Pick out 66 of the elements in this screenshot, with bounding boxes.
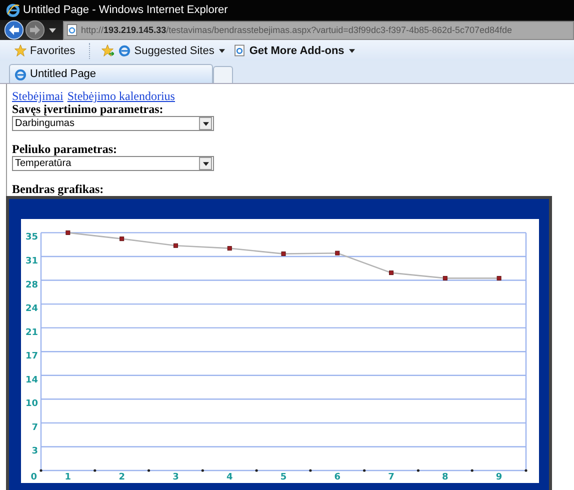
- select-dropdown[interactable]: Temperatūra: [12, 156, 214, 171]
- caret-icon: [349, 48, 356, 52]
- x-tick-label: 2: [118, 472, 125, 482]
- page-icon: [67, 24, 77, 36]
- y-tick-label: 28: [25, 280, 38, 290]
- tick-mark: [309, 469, 312, 472]
- x-tick-label: 5: [280, 472, 287, 482]
- x-tick-label: 1: [64, 472, 72, 482]
- page-link[interactable]: Stebėjimai: [12, 89, 64, 103]
- y-tick-label: 7: [32, 422, 38, 433]
- data-point: [442, 276, 448, 280]
- y-tick-label: 17: [25, 352, 38, 362]
- y-tick-label: 31: [25, 256, 38, 266]
- data-point: [120, 236, 124, 242]
- x-tick-label: 6: [334, 472, 341, 482]
- x-tick-label: 4: [226, 472, 233, 482]
- caret-icon: [202, 162, 208, 166]
- data-point: [227, 246, 232, 251]
- address-field[interactable]: http://193.219.145.33/testavimas/bendrasstebejimas.aspx?vartuid=d3f99dc3-f397-4b85-862d-5c707ed84fde: [63, 20, 574, 40]
- tick-mark: [524, 469, 528, 472]
- caret-icon: [202, 122, 208, 126]
- data-point: [335, 250, 340, 256]
- y-tick-label: 3: [32, 446, 38, 457]
- x-tick-label: 9: [496, 472, 502, 482]
- tick-mark: [94, 469, 96, 472]
- x-tick-label: 3: [172, 472, 179, 482]
- x-tick-label: 8: [442, 472, 448, 482]
- y-tick-label: 14: [25, 375, 38, 386]
- page-link[interactable]: Stebėjimo kalendorius: [67, 89, 175, 103]
- browser-tab[interactable]: Untitled Page: [9, 64, 213, 83]
- tick-mark: [416, 469, 420, 472]
- forward-button[interactable]: [25, 20, 45, 40]
- field-label: Savęs įvertinimo parametras:: [12, 103, 164, 116]
- y-tick-label: 35: [25, 232, 38, 243]
- caret-icon[interactable]: [49, 28, 56, 32]
- back-button[interactable]: [4, 20, 24, 40]
- data-point: [173, 243, 178, 248]
- favorites-bar-item[interactable]: Get More Add-ons: [233, 44, 360, 57]
- window-title: Untitled Page - Windows Internet Explorer: [23, 4, 228, 16]
- field-label: Peliuko parametras:: [12, 143, 118, 156]
- tick-mark: [255, 469, 258, 472]
- favorites-bar-item[interactable]: Suggested Sites: [118, 44, 230, 57]
- tick-mark: [147, 469, 150, 472]
- chart-heading: Bendras grafikas:: [12, 183, 105, 196]
- browser-logo-icon: [14, 68, 27, 80]
- browser-logo-icon: [118, 44, 132, 57]
- tick-mark: [470, 469, 474, 472]
- y-tick-label: 0: [30, 472, 37, 482]
- data-point: [281, 252, 286, 256]
- y-tick-label: 10: [25, 399, 38, 410]
- star-icon: [14, 44, 27, 57]
- data-point: [496, 276, 502, 280]
- x-tick-label: 7: [388, 472, 394, 482]
- page-icon: [233, 44, 246, 57]
- caret-icon: [219, 48, 226, 52]
- favorites-bar-item[interactable]: Favorites: [14, 44, 80, 57]
- tick-mark: [201, 469, 204, 472]
- add-favorite-star-icon[interactable]: [101, 44, 114, 57]
- tick-mark: [363, 469, 366, 472]
- y-tick-label: 21: [25, 328, 38, 338]
- tick-mark: [40, 469, 42, 472]
- y-tick-label: 24: [25, 304, 38, 314]
- data-point: [66, 230, 70, 235]
- browser-logo-icon: [6, 3, 20, 17]
- data-point: [389, 270, 394, 276]
- select-dropdown[interactable]: Darbingumas: [12, 116, 214, 131]
